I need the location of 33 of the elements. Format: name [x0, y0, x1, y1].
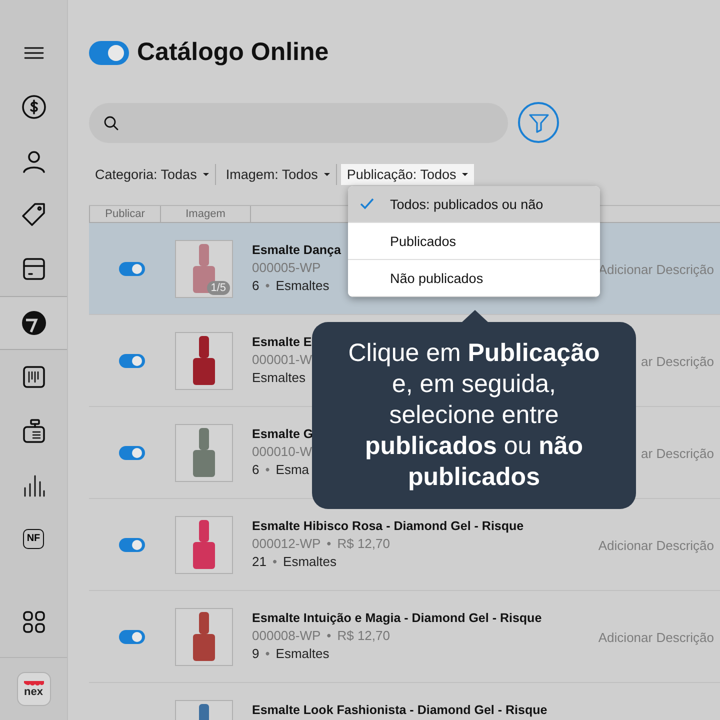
- product-detail: R$ 12,70: [337, 536, 390, 551]
- product-detail: 6: [252, 462, 260, 477]
- product-name: Esmalte Intuição e Magia - Diamond Gel - Risque: [252, 611, 542, 625]
- page-title: Catálogo Online: [137, 38, 329, 67]
- product-detail: 9: [252, 646, 260, 661]
- product-detail: 000008-WP: [252, 628, 321, 643]
- separator-dot: •: [265, 646, 270, 661]
- product-detail: 21: [252, 554, 266, 569]
- invoice-icon: NF: [22, 529, 44, 549]
- separator-dot: •: [265, 278, 270, 293]
- product-name: Esmalte E: [252, 335, 312, 349]
- column-header: Publicar: [89, 206, 160, 222]
- separator-dot: •: [326, 536, 332, 551]
- product-name: Esmalte Hibisco Rosa - Diamond Gel - Risque: [252, 519, 524, 533]
- product-detail: Esmaltes: [276, 646, 330, 661]
- product-detail: Esmaltes: [276, 278, 330, 293]
- product-name: Esmalte Look Fashionista - Diamond Gel - Risque: [252, 703, 548, 717]
- product-detail: 6: [252, 278, 260, 293]
- product-detail: 000005-WP: [252, 260, 321, 275]
- product-detail: Esma: [276, 462, 310, 477]
- product-detail: Esmaltes: [283, 554, 336, 569]
- product-detail: 000012-WP: [252, 536, 321, 551]
- product-name: Esmalte G: [252, 427, 314, 441]
- product-name: Esmalte Dança: [252, 243, 341, 257]
- product-detail: 000001-W: [252, 352, 312, 367]
- image-count: 1/5: [206, 281, 230, 295]
- separator-dot: •: [265, 462, 270, 477]
- product-detail: R$ 12,70: [337, 628, 390, 643]
- column-header: Imagem: [160, 206, 250, 222]
- separator-dot: •: [272, 554, 278, 569]
- product-detail: 000010-W: [252, 444, 312, 459]
- separator-dot: •: [326, 628, 332, 643]
- product-detail: Esmaltes: [252, 370, 306, 385]
